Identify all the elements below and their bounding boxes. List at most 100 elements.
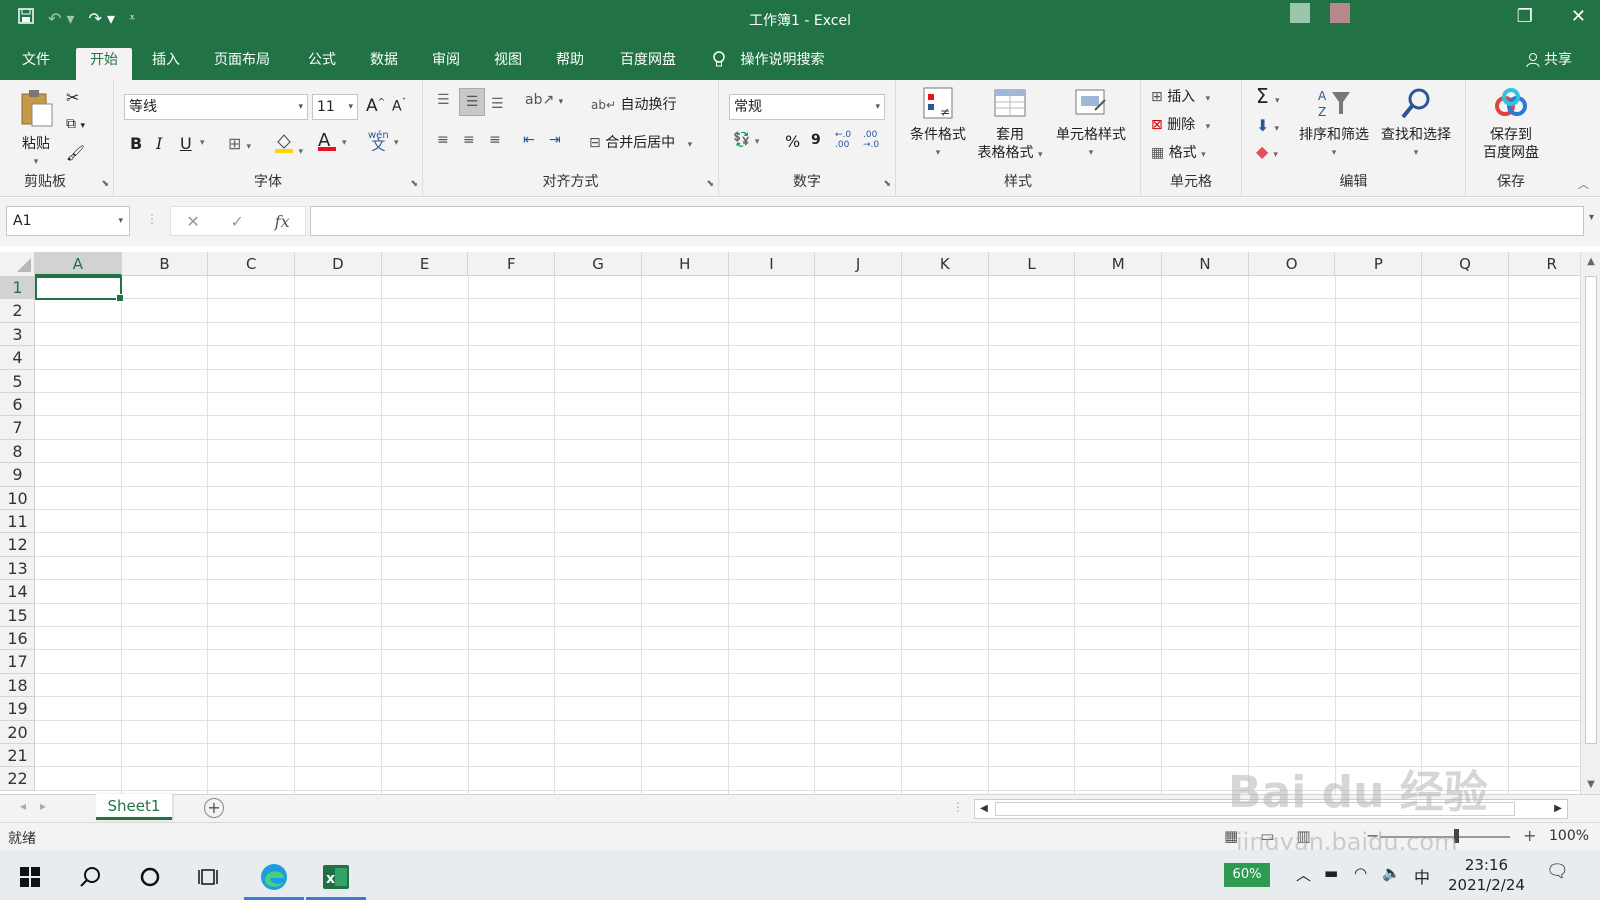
comma-style-button[interactable]: 9: [811, 132, 821, 148]
tab-data[interactable]: 数据: [356, 48, 412, 80]
enter-icon[interactable]: ✓: [231, 212, 244, 231]
column-header-g[interactable]: G: [555, 252, 642, 276]
accounting-format-icon[interactable]: 💱 ▾: [733, 132, 759, 148]
column-header-d[interactable]: D: [295, 252, 382, 276]
borders-icon[interactable]: ⊞ ▾: [228, 134, 251, 153]
paste-button[interactable]: 粘贴 ▾: [14, 88, 58, 171]
row-header-3[interactable]: 3: [0, 323, 35, 347]
formula-bar-grip-icon[interactable]: ⋮: [146, 212, 158, 226]
tab-home[interactable]: 开始: [76, 48, 132, 80]
row-header-6[interactable]: 6: [0, 393, 35, 417]
row-header-11[interactable]: 11: [0, 510, 35, 534]
zoom-level[interactable]: 100%: [1549, 828, 1589, 844]
format-cells-button[interactable]: ▦ 格式 ▾: [1151, 142, 1206, 162]
column-header-e[interactable]: E: [382, 252, 469, 276]
row-header-14[interactable]: 14: [0, 580, 35, 604]
font-color-icon[interactable]: A: [318, 130, 336, 151]
merge-center-button[interactable]: ⊟ 合并后居中 ▾: [589, 132, 692, 152]
column-header-j[interactable]: J: [815, 252, 902, 276]
close-icon[interactable]: ✕: [1571, 6, 1586, 27]
underline-dropdown-icon[interactable]: ▾: [200, 138, 205, 148]
column-header-r[interactable]: R: [1509, 252, 1580, 276]
cell-styles-button[interactable]: 单元格样式 ▾: [1050, 86, 1132, 162]
scroll-right-icon[interactable]: ▶: [1549, 800, 1567, 818]
formula-input[interactable]: [310, 206, 1584, 236]
increase-decimal-button[interactable]: ←.0.00: [835, 130, 851, 150]
show-hidden-icons-icon[interactable]: ︿: [1296, 864, 1311, 885]
row-header-1[interactable]: 1: [0, 276, 35, 300]
fill-color-icon[interactable]: ▾: [274, 132, 303, 158]
row-header-16[interactable]: 16: [0, 627, 35, 651]
expand-formula-bar-icon[interactable]: ▾: [1589, 212, 1594, 223]
clock[interactable]: 23:16 2021/2/24: [1448, 855, 1525, 895]
cell-area[interactable]: [35, 276, 1580, 794]
grow-font-button[interactable]: A^: [366, 96, 385, 116]
row-header-10[interactable]: 10: [0, 487, 35, 510]
font-color-dropdown-icon[interactable]: ▾: [342, 138, 347, 148]
middle-align-icon[interactable]: ☰: [459, 88, 485, 116]
row-header-22[interactable]: 22: [0, 767, 35, 791]
tab-formulas[interactable]: 公式: [294, 48, 350, 80]
column-header-h[interactable]: H: [642, 252, 729, 276]
cut-icon[interactable]: ✂: [66, 88, 79, 107]
tab-insert[interactable]: 插入: [138, 48, 194, 80]
column-header-o[interactable]: O: [1249, 252, 1336, 276]
row-header-15[interactable]: 15: [0, 604, 35, 627]
percent-button[interactable]: %: [785, 132, 800, 151]
tab-view[interactable]: 视图: [480, 48, 536, 80]
column-header-f[interactable]: F: [469, 252, 556, 276]
tab-page-layout[interactable]: 页面布局: [200, 48, 284, 80]
row-header-12[interactable]: 12: [0, 533, 35, 557]
column-header-a[interactable]: A: [35, 252, 122, 276]
orientation-icon[interactable]: ab↗ ▾: [525, 92, 563, 108]
column-header-q[interactable]: Q: [1422, 252, 1509, 276]
clear-eraser-icon[interactable]: ◆ ▾: [1256, 142, 1278, 161]
column-header-i[interactable]: I: [729, 252, 816, 276]
sheet-tab-sheet1[interactable]: Sheet1: [96, 794, 172, 820]
volume-icon[interactable]: 🔈: [1382, 864, 1401, 882]
battery-indicator[interactable]: 60%: [1224, 863, 1270, 887]
row-header-5[interactable]: 5: [0, 370, 35, 393]
scroll-left-icon[interactable]: ◀: [975, 800, 993, 818]
tab-split-grip-icon[interactable]: ⋮: [952, 800, 964, 814]
insert-function-button[interactable]: fx: [275, 212, 290, 231]
phonetic-guide-icon[interactable]: wén 文: [368, 130, 389, 153]
name-box[interactable]: A1 ▾: [6, 206, 130, 236]
increase-indent-icon[interactable]: ⇥: [549, 132, 561, 148]
decrease-decimal-button[interactable]: .00 →.0: [863, 130, 879, 150]
underline-button[interactable]: U: [180, 134, 192, 153]
insert-cells-button[interactable]: ⊞ 插入 ▾: [1151, 86, 1210, 106]
bottom-align-icon[interactable]: ☰: [491, 96, 504, 112]
excel-icon[interactable]: x: [306, 858, 366, 900]
column-header-b[interactable]: B: [122, 252, 209, 276]
battery-icon[interactable]: ▬: [1324, 864, 1338, 882]
cancel-icon[interactable]: ✕: [186, 212, 199, 231]
fill-down-icon[interactable]: ⬇ ▾: [1256, 116, 1279, 135]
start-icon[interactable]: [12, 858, 48, 892]
delete-cells-button[interactable]: ⊠ 删除 ▾: [1151, 114, 1210, 134]
row-header-2[interactable]: 2: [0, 299, 35, 323]
tab-help[interactable]: 帮助: [542, 48, 598, 80]
row-header-21[interactable]: 21: [0, 744, 35, 768]
autosum-button[interactable]: Σ ▾: [1256, 84, 1280, 108]
collapse-ribbon-icon[interactable]: ︿: [1578, 176, 1589, 192]
search-icon[interactable]: [72, 858, 108, 892]
tab-review[interactable]: 审阅: [418, 48, 474, 80]
zoom-in-button[interactable]: +: [1523, 826, 1536, 845]
row-header-17[interactable]: 17: [0, 650, 35, 674]
task-view-icon[interactable]: [192, 858, 228, 892]
font-size-select[interactable]: 11 ▾: [312, 94, 358, 120]
shrink-font-button[interactable]: Aˇ: [392, 98, 406, 115]
edge-icon[interactable]: [244, 858, 304, 900]
notification-icon[interactable]: 🗨: [1546, 861, 1569, 882]
column-header-c[interactable]: C: [208, 252, 296, 276]
font-name-select[interactable]: 等线 ▾: [124, 94, 308, 120]
tab-file[interactable]: 文件: [8, 48, 64, 80]
sheet-nav-arrows[interactable]: ◂▸: [20, 799, 60, 813]
wifi-icon[interactable]: ◠: [1354, 864, 1367, 882]
row-header-18[interactable]: 18: [0, 674, 35, 698]
row-header-4[interactable]: 4: [0, 346, 35, 370]
vertical-scrollbar[interactable]: ▲ ▼: [1580, 252, 1600, 794]
decrease-indent-icon[interactable]: ⇤: [523, 132, 535, 148]
new-sheet-button[interactable]: +: [204, 798, 224, 818]
